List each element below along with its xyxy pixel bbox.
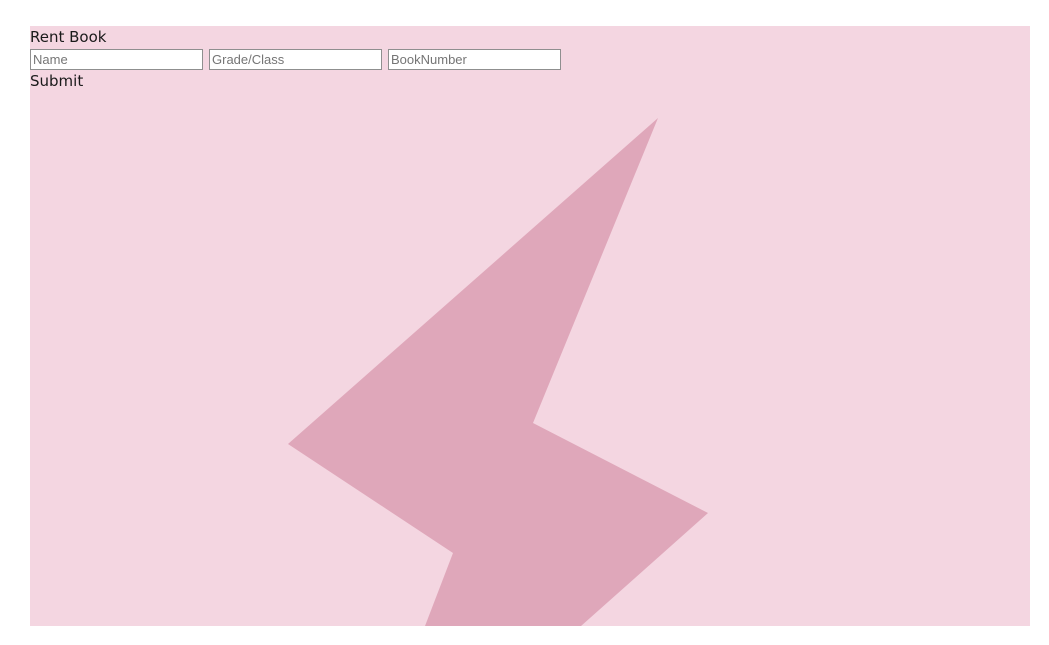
rent-book-panel: Rent Book Submit: [30, 26, 1030, 626]
form-title: Rent Book: [30, 28, 107, 46]
name-input[interactable]: [30, 48, 203, 70]
submit-button[interactable]: Submit: [30, 70, 83, 92]
book-number-input[interactable]: [388, 48, 561, 70]
rent-book-form: Rent Book Submit: [30, 26, 561, 92]
input-row: [30, 48, 561, 70]
grade-class-input[interactable]: [209, 48, 382, 70]
lightning-bolt-icon: [288, 118, 708, 626]
lightning-bolt-shape: [288, 118, 708, 626]
